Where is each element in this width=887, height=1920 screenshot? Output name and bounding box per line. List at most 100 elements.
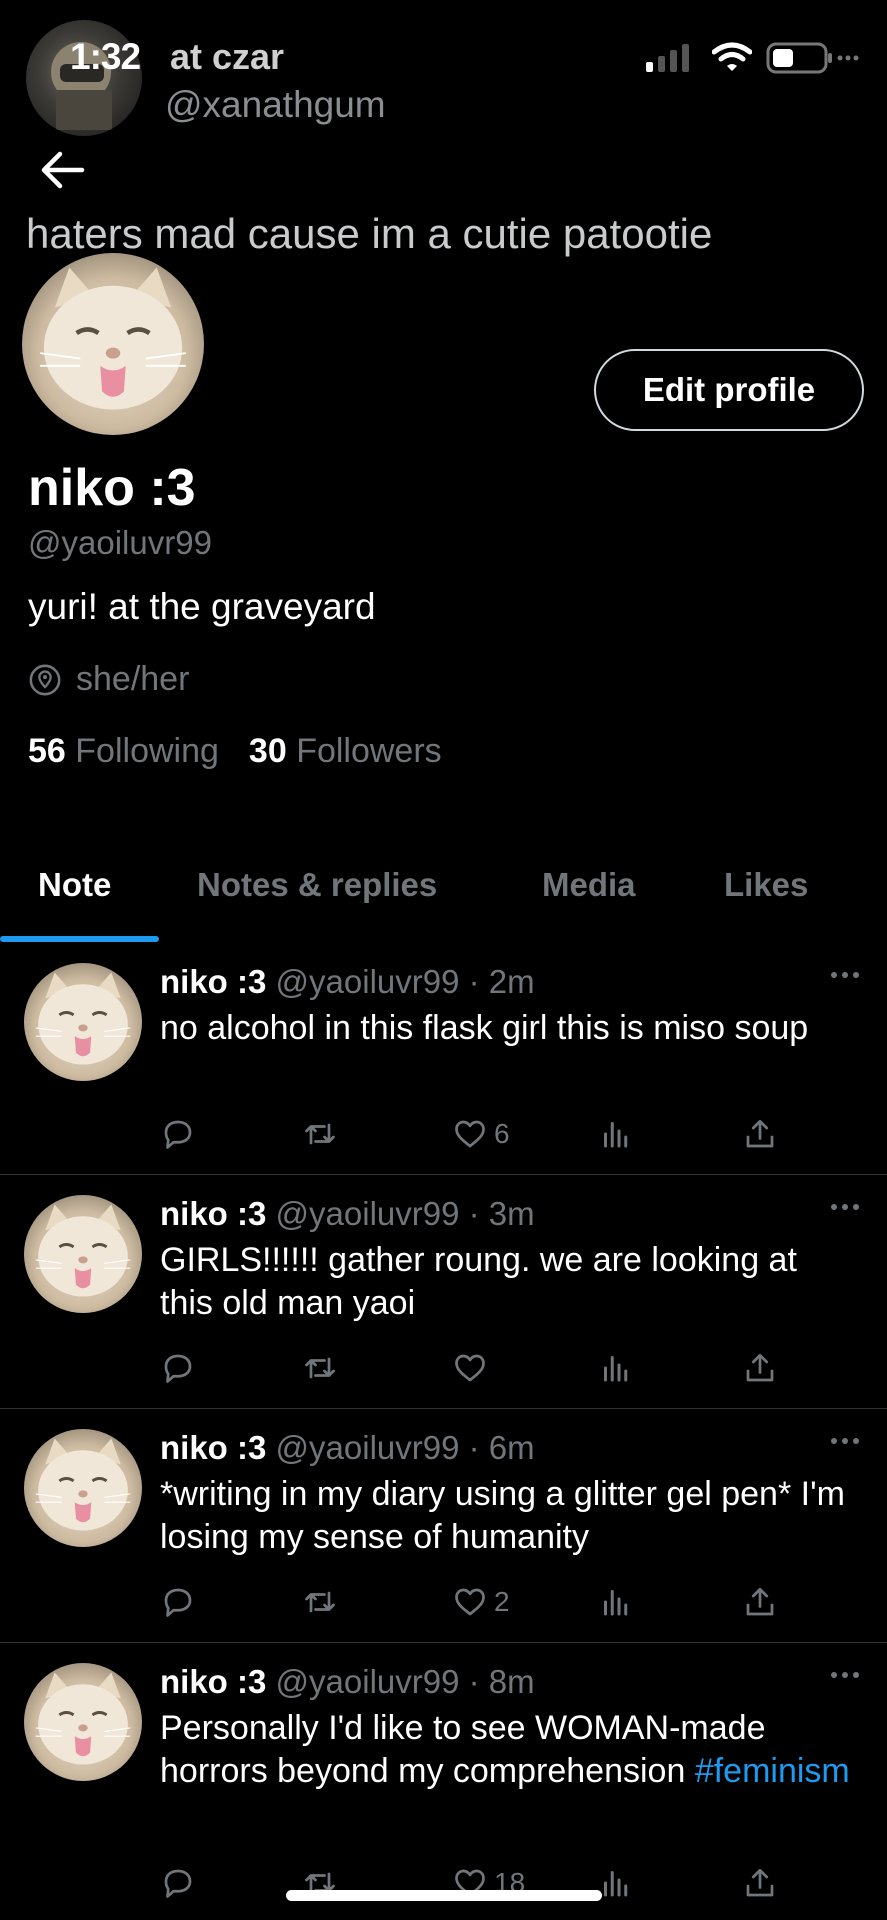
retweet-button[interactable]: [302, 1350, 338, 1386]
tweet-author-name: niko :3: [160, 1195, 267, 1232]
tweet-author-handle: @yaoiluvr99: [275, 963, 460, 1000]
reply-button[interactable]: [160, 1350, 196, 1386]
tweet-time: · 2m: [468, 963, 535, 1000]
share-icon: [742, 1865, 778, 1901]
views-button[interactable]: [598, 1350, 634, 1386]
tweet-header: niko :3 @yaoiluvr99 · 8m: [160, 1663, 535, 1701]
cat-avatar-image: [35, 972, 131, 1065]
tab-likes[interactable]: Likes: [724, 866, 808, 904]
reply-icon: [160, 1584, 196, 1620]
tweet-item[interactable]: niko :3 @yaoiluvr99 · 8m Personally I'd …: [0, 1643, 887, 1920]
tab-note[interactable]: Note: [38, 866, 111, 904]
reply-icon: [160, 1865, 196, 1901]
profile-avatar[interactable]: [22, 253, 204, 435]
reply-button[interactable]: [160, 1584, 196, 1620]
views-icon: [598, 1116, 634, 1152]
tweet-time: · 8m: [468, 1663, 535, 1700]
tweet-author-handle: @yaoiluvr99: [275, 1663, 460, 1700]
signal-icon: [646, 44, 689, 72]
tweet-avatar[interactable]: [24, 1663, 142, 1781]
share-button[interactable]: [742, 1350, 778, 1386]
followers-link[interactable]: 30 Followers: [249, 732, 442, 770]
header-name: at czar: [170, 36, 285, 77]
retweet-button[interactable]: [302, 1116, 338, 1152]
share-button[interactable]: [742, 1584, 778, 1620]
more-icon[interactable]: [829, 965, 861, 985]
tweet-text: GIRLS!!!!!! gather roung. we are looking…: [160, 1239, 850, 1325]
following-link[interactable]: 56 Following: [28, 732, 219, 770]
active-tab-indicator: [0, 936, 159, 942]
following-count: 56: [28, 732, 66, 770]
share-button[interactable]: [742, 1865, 778, 1901]
views-button[interactable]: [598, 1116, 634, 1152]
edit-profile-button[interactable]: Edit profile: [594, 349, 864, 431]
tab-media[interactable]: Media: [542, 866, 636, 904]
tweet-avatar[interactable]: [24, 963, 142, 1081]
tweet-text: *writing in my diary using a glitter gel…: [160, 1473, 850, 1559]
status-time: 1:32: [70, 36, 141, 77]
retweet-button[interactable]: [302, 1584, 338, 1620]
reply-button[interactable]: [160, 1116, 196, 1152]
views-icon: [598, 1584, 634, 1620]
share-icon: [742, 1350, 778, 1386]
followers-count: 30: [248, 732, 287, 770]
like-count: 6: [494, 1118, 510, 1149]
following-label: Following: [75, 732, 219, 770]
tweet-author-name: niko :3: [160, 963, 267, 1000]
like-button[interactable]: [452, 1350, 494, 1386]
views-button[interactable]: [598, 1584, 634, 1620]
tweet-actions: [160, 1350, 800, 1390]
tweet-avatar[interactable]: [24, 1195, 142, 1313]
like-button[interactable]: 6: [452, 1116, 510, 1152]
tweet-body: GIRLS!!!!!! gather roung. we are looking…: [160, 1241, 797, 1322]
cat-avatar-image: [35, 1204, 131, 1297]
cat-avatar-image: [35, 1438, 131, 1531]
tweet-text: no alcohol in this flask girl this is mi…: [160, 1007, 850, 1050]
profile-tagline: haters mad cause im a cutie patootie: [26, 210, 713, 257]
heart-icon: [452, 1350, 488, 1386]
location-pin-icon: [29, 664, 61, 695]
views-icon: [598, 1350, 634, 1386]
cat-avatar-image: [40, 267, 186, 410]
retweet-icon: [302, 1584, 338, 1620]
battery-icon: [766, 42, 859, 74]
tab-notes-replies[interactable]: Notes & replies: [197, 866, 437, 904]
share-icon: [742, 1584, 778, 1620]
header-handle: @xanathgum: [165, 84, 386, 125]
back-arrow-icon[interactable]: [38, 148, 88, 192]
more-icon[interactable]: [829, 1197, 861, 1217]
location-text: she/her: [76, 660, 190, 698]
views-button[interactable]: [598, 1865, 634, 1901]
tweet-item[interactable]: niko :3 @yaoiluvr99 · 3m GIRLS!!!!!! gat…: [0, 1175, 887, 1409]
reply-button[interactable]: [160, 1865, 196, 1901]
more-icon[interactable]: [829, 1431, 861, 1451]
more-icon[interactable]: [829, 1665, 861, 1685]
follow-stats: 56 Following 30 Followers: [28, 732, 442, 771]
tweet-body: no alcohol in this flask girl this is mi…: [160, 1009, 809, 1047]
views-icon: [598, 1865, 634, 1901]
share-button[interactable]: [742, 1116, 778, 1152]
tweet-author-name: niko :3: [160, 1429, 267, 1466]
cat-avatar-image: [35, 1672, 131, 1765]
followers-label: Followers: [296, 732, 442, 770]
reply-icon: [160, 1116, 196, 1152]
tweet-header: niko :3 @yaoiluvr99 · 6m: [160, 1429, 535, 1467]
tweet-body: Personally I'd like to see WOMAN-made ho…: [160, 1709, 766, 1790]
profile-location: she/her: [28, 660, 189, 699]
tweet-time: · 3m: [468, 1195, 535, 1232]
profile-bio: yuri! at the graveyard: [28, 586, 376, 627]
heart-icon: [452, 1584, 488, 1620]
reply-icon: [160, 1350, 196, 1386]
share-icon: [742, 1116, 778, 1152]
tweet-hashtag[interactable]: #feminism: [695, 1752, 850, 1790]
display-name: niko :3: [28, 459, 196, 517]
tweet-header: niko :3 @yaoiluvr99 · 3m: [160, 1195, 535, 1233]
like-count: 2: [494, 1586, 510, 1617]
home-indicator[interactable]: [286, 1890, 602, 1901]
tweet-avatar[interactable]: [24, 1429, 142, 1547]
heart-icon: [452, 1116, 488, 1152]
tweet-item[interactable]: niko :3 @yaoiluvr99 · 6m *writing in my …: [0, 1409, 887, 1643]
like-button[interactable]: 2: [452, 1584, 510, 1620]
tweet-text: Personally I'd like to see WOMAN-made ho…: [160, 1707, 850, 1793]
tweet-item[interactable]: niko :3 @yaoiluvr99 · 2m no alcohol in t…: [0, 943, 887, 1175]
